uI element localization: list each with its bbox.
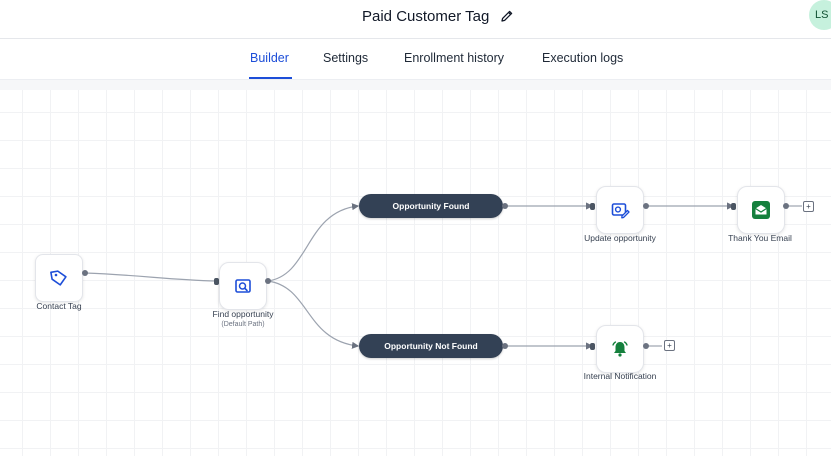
output-port-update-opportunity[interactable] xyxy=(643,203,649,209)
node-update-opportunity[interactable] xyxy=(596,186,644,234)
pencil-icon[interactable] xyxy=(499,8,515,24)
output-port-found[interactable] xyxy=(502,203,508,209)
label-update-opportunity: Update opportunity xyxy=(584,233,656,243)
canvas-top-band xyxy=(0,80,831,90)
label-find-opportunity: Find opportunity xyxy=(212,309,274,319)
tab-bar: Builder Settings Enrollment history Exec… xyxy=(0,39,831,111)
tab-enrollment-history[interactable]: Enrollment history xyxy=(404,51,504,65)
add-step-button-after-email[interactable]: + xyxy=(803,201,814,212)
active-tab-indicator xyxy=(249,77,292,79)
input-port-internal-notification xyxy=(590,343,595,350)
sublabel-default-path: (Default Path) xyxy=(221,321,265,328)
output-port-thank-you-email[interactable] xyxy=(783,203,789,209)
user-avatar[interactable]: LS xyxy=(809,0,831,30)
add-step-button-after-notification[interactable]: + xyxy=(664,340,675,351)
envelope-icon xyxy=(752,201,770,219)
input-port-update-opportunity xyxy=(590,203,595,210)
input-port-thank-you-email xyxy=(731,203,736,210)
label-thank-you-email: Thank You Email xyxy=(728,233,792,243)
node-find-opportunity[interactable] xyxy=(219,262,267,310)
title-group: Paid Customer Tag xyxy=(362,5,515,27)
output-port-internal-notification[interactable] xyxy=(643,343,649,349)
label-contact-tag: Contact Tag xyxy=(36,301,82,311)
workflow-title[interactable]: Paid Customer Tag xyxy=(362,8,489,25)
tab-builder[interactable]: Builder xyxy=(250,51,289,65)
output-port-find-opportunity[interactable] xyxy=(265,278,271,284)
search-document-icon xyxy=(235,279,251,293)
output-port-contact-tag[interactable] xyxy=(82,270,88,276)
tab-settings[interactable]: Settings xyxy=(323,51,368,65)
edit-document-icon xyxy=(611,203,630,219)
tag-icon xyxy=(50,270,67,286)
node-internal-notification[interactable] xyxy=(596,325,644,373)
workflow-canvas[interactable] xyxy=(0,80,831,456)
branch-opportunity-found[interactable]: Opportunity Found xyxy=(359,194,503,218)
branch-opportunity-found-label: Opportunity Found xyxy=(392,201,470,211)
bell-icon xyxy=(612,341,628,357)
node-thank-you-email[interactable] xyxy=(737,186,785,234)
node-contact-tag[interactable] xyxy=(35,254,83,302)
tab-execution-logs[interactable]: Execution logs xyxy=(542,51,623,65)
label-internal-notification: Internal Notification xyxy=(583,371,657,381)
branch-opportunity-not-found-label: Opportunity Not Found xyxy=(384,341,478,351)
top-bar: Paid Customer Tag LS xyxy=(0,0,831,39)
output-port-not-found[interactable] xyxy=(502,343,508,349)
branch-opportunity-not-found[interactable]: Opportunity Not Found xyxy=(359,334,503,358)
